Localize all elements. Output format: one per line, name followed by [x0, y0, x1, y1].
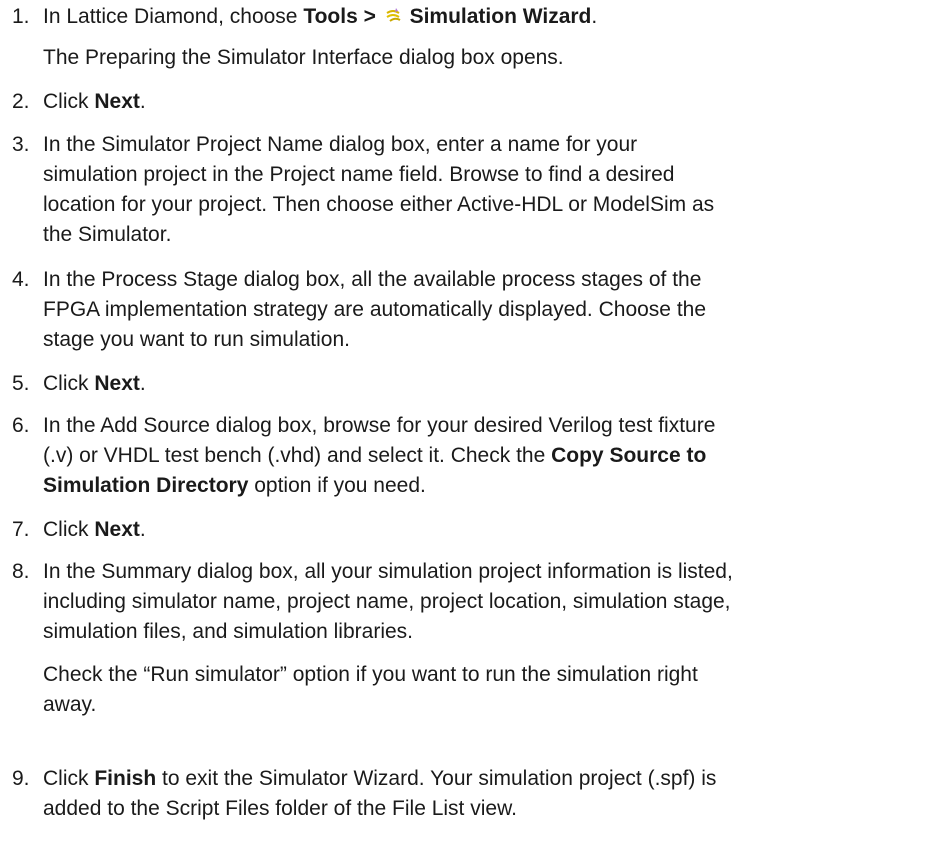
- menu-path-tools: Tools >: [303, 5, 376, 28]
- step-number: 5.: [12, 372, 30, 395]
- next-label: Next: [94, 90, 140, 113]
- step-text-part: In Lattice Diamond, choose: [43, 5, 304, 28]
- step-line: In the Process Stage dialog box, all the…: [43, 268, 702, 291]
- step-line: In the Simulator Project Name dialog box…: [43, 133, 638, 156]
- step-text: In the Add Source dialog box, browse for…: [43, 411, 923, 501]
- step-text-part: Click: [43, 372, 95, 395]
- menu-path-simulation-wizard: Simulation Wizard: [409, 5, 592, 28]
- step-text-part: .: [139, 372, 146, 395]
- step-text-part: (.v) or VHDL test bench (.vhd) and selec…: [43, 444, 552, 467]
- step-line: Simulation Directory option if you need.: [43, 471, 923, 501]
- step-text: Click Next.: [43, 369, 923, 399]
- copy-source-option-label: Simulation Directory: [43, 474, 249, 497]
- step-text-part: .: [591, 5, 598, 28]
- step-number: 8.: [12, 560, 30, 583]
- step-line: stage you want to run simulation.: [43, 328, 351, 351]
- next-label: Next: [94, 372, 140, 395]
- step-text-part: Click: [43, 90, 95, 113]
- step-text-part: option if you need.: [248, 474, 426, 497]
- step-text: In the Summary dialog box, all your simu…: [43, 557, 923, 647]
- step-line: simulation project in the Project name f…: [43, 163, 675, 186]
- step-text-part: Click: [43, 767, 95, 790]
- step-number: 1.: [12, 5, 30, 28]
- step-text-part: .: [139, 518, 146, 541]
- step-text: In the Process Stage dialog box, all the…: [43, 265, 923, 355]
- step-number: 4.: [12, 268, 30, 291]
- step-line: In the Add Source dialog box, browse for…: [43, 414, 716, 437]
- step-text-part: Click: [43, 518, 95, 541]
- step-text: In the Simulator Project Name dialog box…: [43, 130, 923, 250]
- step-text: Click Next.: [43, 515, 923, 545]
- simulation-wizard-icon: [386, 8, 401, 22]
- step-line: Click Finish to exit the Simulator Wizar…: [43, 764, 923, 794]
- next-label: Next: [94, 518, 140, 541]
- step-number: 2.: [12, 90, 30, 113]
- step-line: FPGA implementation strategy are automat…: [43, 298, 707, 321]
- step-number: 7.: [12, 518, 30, 541]
- step-line: away.: [43, 693, 97, 716]
- step-number: 6.: [12, 414, 30, 437]
- step-line: simulation files, and simulation librari…: [43, 620, 413, 643]
- step-text: Click Next.: [43, 87, 923, 117]
- step-line: In the Summary dialog box, all your simu…: [43, 560, 733, 583]
- step-line: the Simulator.: [43, 223, 172, 246]
- step-line: added to the Script Files folder of the …: [43, 797, 517, 820]
- step-text-part: to exit the Simulator Wizard. Your simul…: [156, 767, 717, 790]
- step-1-result: The Preparing the Simulator Interface di…: [43, 46, 564, 69]
- copy-source-option-label: Copy Source to: [551, 444, 707, 467]
- step-number: 9.: [12, 767, 30, 790]
- step-line: location for your project. Then choose e…: [43, 193, 715, 216]
- step-text-part: .: [139, 90, 146, 113]
- step-line: Check the “Run simulator” option if you …: [43, 663, 698, 686]
- step-number: 3.: [12, 133, 30, 156]
- step-8-note: Check the “Run simulator” option if you …: [43, 660, 923, 720]
- step-text: Click Finish to exit the Simulator Wizar…: [43, 764, 923, 824]
- step-text: In Lattice Diamond, choose Tools > Simul…: [43, 2, 923, 32]
- finish-label: Finish: [94, 767, 157, 790]
- step-line: including simulator name, project name, …: [43, 590, 731, 613]
- step-line: (.v) or VHDL test bench (.vhd) and selec…: [43, 441, 923, 471]
